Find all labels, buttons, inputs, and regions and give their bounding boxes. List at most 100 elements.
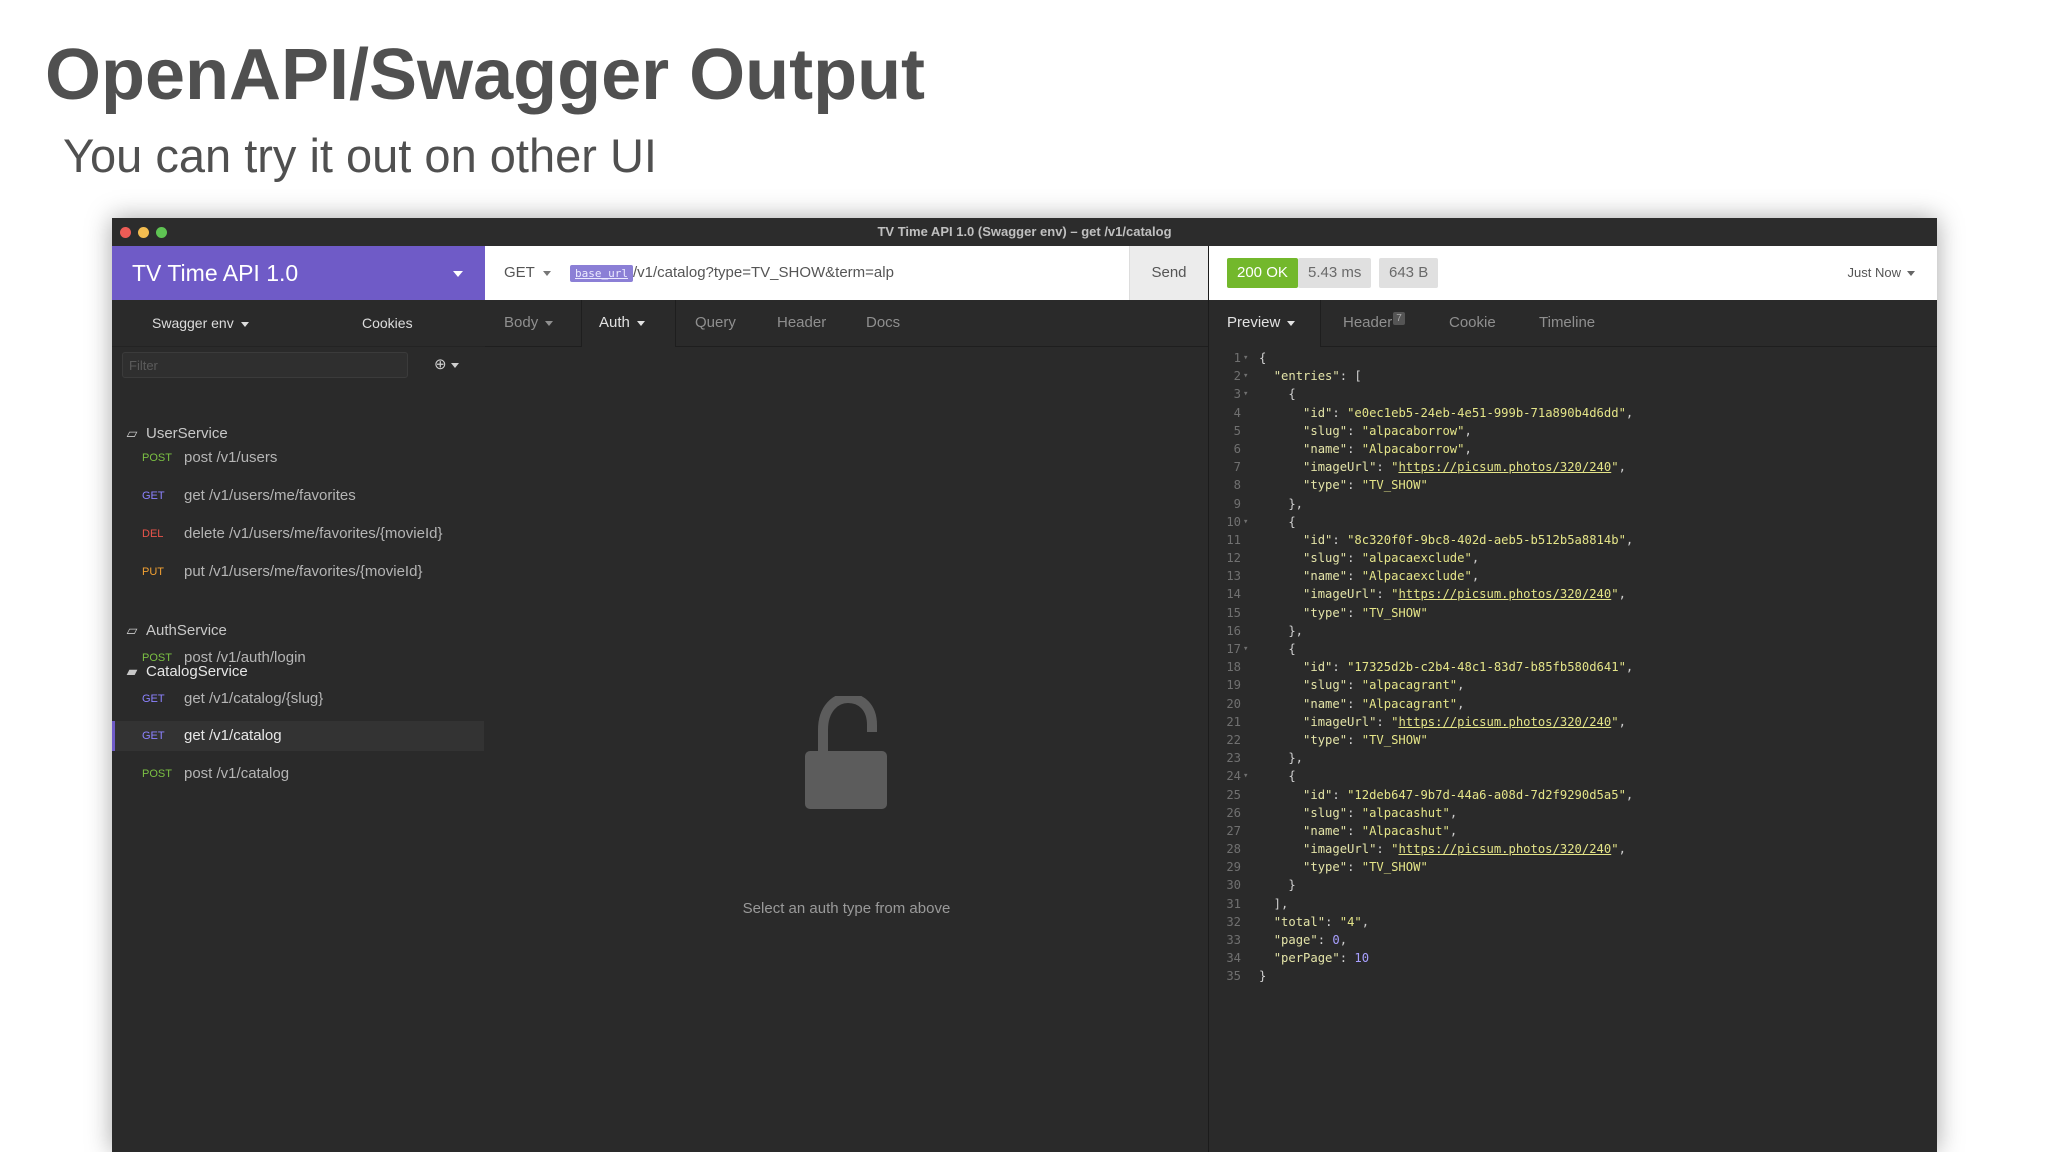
plus-circle-icon: ⊕	[434, 356, 447, 373]
sidebar-request-item[interactable]: POST post /v1/catalog	[112, 759, 484, 789]
tab-query[interactable]: Query	[695, 300, 736, 346]
tab-auth[interactable]: Auth	[599, 300, 645, 346]
code-text: },	[1259, 623, 1304, 638]
code-text: "imageUrl": "https://picsum.photos/320/2…	[1303, 460, 1626, 475]
line-number: 5	[1233, 423, 1241, 438]
code-line: 22 "type": "TV_SHOW"	[1209, 731, 1937, 749]
folder-userservice[interactable]: ▱ UserService	[124, 422, 228, 444]
code-line: 4 "id": "e0ec1eb5-24eb-4e51-999b-71a890b…	[1209, 404, 1937, 422]
method-badge: GET	[142, 693, 165, 705]
folder-label: AuthService	[146, 622, 227, 639]
request-name: get /v1/catalog	[184, 727, 282, 744]
folder-catalogservice[interactable]: ▰ CatalogService	[124, 660, 248, 682]
code-line: 25 "id": "12deb647-9b7d-44a6-a08d-7d2f92…	[1209, 786, 1937, 804]
code-line: 24 ▾ {	[1209, 767, 1937, 785]
line-number: 34	[1226, 951, 1241, 966]
sidebar-request-item[interactable]: DEL delete /v1/users/me/favorites/{movieI…	[112, 519, 484, 549]
folder-authservice[interactable]: ▱ AuthService	[124, 619, 227, 641]
code-text: {	[1259, 514, 1296, 529]
tab-header[interactable]: Header	[777, 300, 826, 346]
tab-docs[interactable]: Docs	[866, 300, 900, 346]
fold-toggle-icon[interactable]: ▾	[1243, 367, 1248, 385]
code-text: {	[1259, 769, 1296, 784]
sidebar-request-item[interactable]: POST post /v1/users	[112, 443, 484, 473]
tab-body[interactable]: Body	[504, 300, 554, 346]
request-name: post /v1/users	[184, 449, 278, 466]
request-name: get /v1/users/me/favorites	[184, 487, 356, 504]
code-line: 26 "slug": "alpacashut",	[1209, 804, 1937, 822]
request-name: get /v1/catalog/{slug}	[184, 690, 324, 707]
url-bar: GET base_url/v1/catalog?type=TV_SHOW&ter…	[485, 246, 1208, 300]
code-text: "type": "TV_SHOW"	[1303, 860, 1428, 875]
chevron-down-icon	[545, 320, 554, 326]
title-bar: TV Time API 1.0 (Swagger env) – get /v1/…	[112, 218, 1937, 247]
line-number: 33	[1226, 933, 1241, 947]
chevron-down-icon	[450, 362, 459, 368]
add-request-button[interactable]: ⊕	[434, 356, 459, 374]
request-pane: GET base_url/v1/catalog?type=TV_SHOW&ter…	[485, 246, 1209, 1152]
line-number: 31	[1226, 896, 1241, 911]
fold-toggle-icon[interactable]: ▾	[1243, 767, 1248, 785]
window-title: TV Time API 1.0 (Swagger env) – get /v1/…	[877, 224, 1172, 239]
code-text: "total": "4",	[1273, 914, 1370, 929]
code-line: 2 ▾ "entries": [	[1209, 367, 1937, 385]
line-number: 24	[1226, 769, 1241, 784]
folder-icon: ▱	[126, 622, 138, 638]
sidebar-request-item[interactable]: GET get /v1/catalog	[112, 721, 484, 751]
line-number: 19	[1226, 678, 1241, 693]
line-number: 26	[1226, 805, 1241, 820]
code-line: 3 ▾ {	[1209, 385, 1937, 403]
fold-toggle-icon[interactable]: ▾	[1243, 349, 1248, 367]
code-text: "entries": [	[1273, 369, 1362, 384]
request-name: delete /v1/users/me/favorites/{movieId}	[184, 525, 443, 542]
line-number: 14	[1226, 587, 1241, 602]
environment-label: Swagger env	[152, 315, 234, 331]
sidebar-request-item[interactable]: PUT put /v1/users/me/favorites/{movieId}	[112, 557, 484, 587]
response-body: 1 ▾{2 ▾ "entries": [3 ▾ {4 "id": "e0ec1eb5-…	[1209, 349, 1937, 986]
code-line: 11 "id": "8c320f0f-9bc8-402d-aeb5-b512b5…	[1209, 531, 1937, 549]
environment-dropdown[interactable]: Swagger env	[152, 300, 249, 346]
code-text: ],	[1259, 896, 1289, 911]
app-window: TV Time API 1.0 (Swagger env) – get /v1/…	[112, 218, 1937, 1152]
fold-toggle-icon[interactable]: ▾	[1243, 385, 1248, 403]
code-line: 14 "imageUrl": "https://picsum.photos/32…	[1209, 585, 1937, 603]
slide-title: OpenAPI/Swagger Output	[45, 35, 926, 115]
line-number: 18	[1226, 660, 1241, 675]
response-bar: 200 OK 5.43 ms 643 B Just Now	[1209, 246, 1937, 300]
line-number: 30	[1226, 878, 1241, 893]
tab-response-header[interactable]: Header 7	[1343, 300, 1405, 346]
history-dropdown[interactable]: Just Now	[1848, 246, 1915, 300]
fold-toggle-icon[interactable]: ▾	[1243, 513, 1248, 531]
tab-timeline[interactable]: Timeline	[1539, 300, 1595, 346]
sidebar: TV Time API 1.0 Swagger env Cookies ⊕ ▱ U…	[112, 246, 486, 1152]
folder-label: CatalogService	[146, 663, 248, 680]
url-input[interactable]: base_url/v1/catalog?type=TV_SHOW&term=al…	[570, 246, 894, 300]
code-line: 21 "imageUrl": "https://picsum.photos/32…	[1209, 713, 1937, 731]
filter-input[interactable]	[122, 352, 408, 378]
send-button[interactable]: Send	[1129, 246, 1208, 300]
line-number: 25	[1226, 787, 1241, 802]
response-tabs: Preview Header 7 Cookie Timeline	[1209, 300, 1937, 347]
line-number: 1	[1233, 351, 1241, 365]
code-line: 5 "slug": "alpacaborrow",	[1209, 422, 1937, 440]
tab-cookie[interactable]: Cookie	[1449, 300, 1496, 346]
code-line: 31 ],	[1209, 895, 1937, 913]
code-line: 8 "type": "TV_SHOW"	[1209, 476, 1937, 494]
line-number: 6	[1233, 441, 1241, 456]
method-dropdown[interactable]: GET	[504, 246, 551, 300]
code-text: "imageUrl": "https://picsum.photos/320/2…	[1303, 842, 1626, 857]
sidebar-request-item[interactable]: GET get /v1/users/me/favorites	[112, 481, 484, 511]
tab-preview[interactable]: Preview	[1227, 300, 1296, 346]
unlocked-lock-icon	[805, 696, 887, 809]
line-number: 13	[1226, 569, 1241, 584]
fold-toggle-icon[interactable]: ▾	[1243, 640, 1248, 658]
request-name: post /v1/catalog	[184, 765, 290, 782]
workspace-dropdown[interactable]: TV Time API 1.0	[112, 246, 485, 300]
url-variable-tag[interactable]: base_url	[570, 264, 633, 282]
sidebar-request-item[interactable]: GET get /v1/catalog/{slug}	[112, 684, 484, 714]
cookies-button[interactable]: Cookies	[362, 300, 413, 346]
chevron-down-icon	[1907, 271, 1915, 277]
code-text: "name": "Alpacashut",	[1303, 823, 1458, 838]
code-text: "id": "17325d2b-c2b4-48c1-83d7-b85fb580d…	[1303, 660, 1634, 675]
method-badge: GET	[142, 490, 165, 502]
